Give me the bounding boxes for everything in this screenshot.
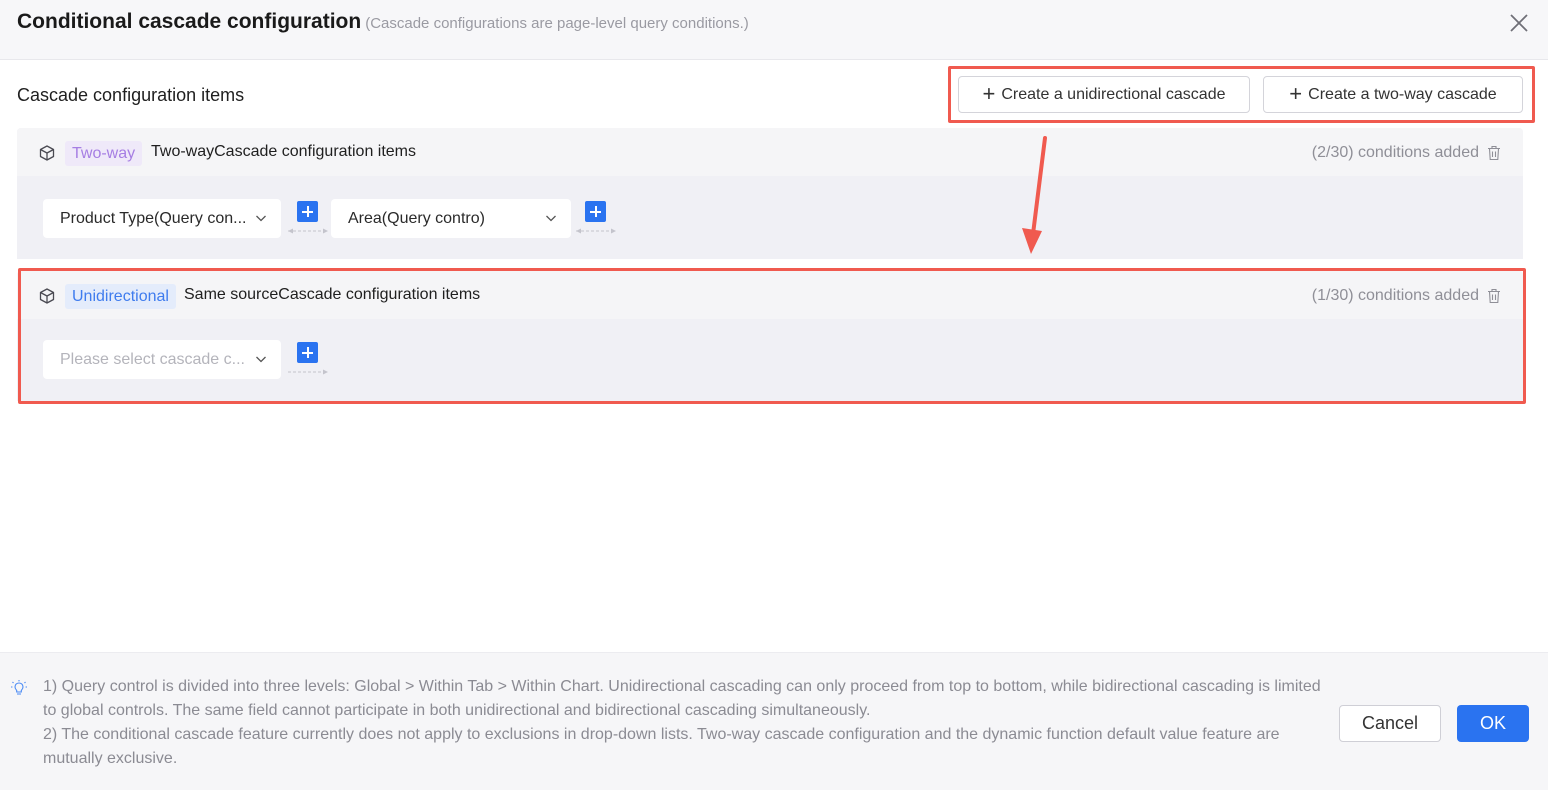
card-header: Unidirectional Same sourceCascade config… [17, 271, 1523, 319]
section-title: Cascade configuration items [17, 85, 245, 105]
card-label: Two-wayCascade configuration items [151, 143, 417, 160]
create-buttons-highlight-box [948, 66, 1535, 123]
select-value: Product Type(Query con... [60, 210, 247, 227]
chevron-down-icon [256, 215, 266, 222]
cancel-button[interactable]: Cancel [1339, 705, 1441, 742]
ok-button[interactable]: OK [1457, 705, 1529, 742]
trash-icon[interactable] [1487, 288, 1501, 304]
conditions-counter: (1/30) conditions added [1311, 287, 1479, 304]
cube-icon [39, 288, 55, 304]
cascade-config-dialog: Conditional cascade configuration (Cascad… [0, 0, 1548, 790]
card-header: Two-way Two-wayCascade configuration ite… [17, 128, 1523, 176]
annotation-arrow-icon [1022, 136, 1047, 254]
select-value: Area(Query contro) [348, 210, 485, 227]
two-way-cascade-card: Two-way Two-wayCascade configuration ite… [17, 128, 1523, 259]
dialog-subtitle: (Cascade configurations are page-level q… [365, 15, 749, 32]
cascade-field-select[interactable]: Product Type(Query con... [43, 199, 281, 238]
footer-note-2: 2) The conditional cascade feature curre… [43, 726, 1280, 767]
dialog-title: Conditional cascade configuration (Cascad… [17, 10, 749, 34]
cascade-field-select[interactable]: Area(Query contro) [331, 199, 571, 238]
bidirectional-link-icon [576, 228, 616, 234]
select-placeholder: Please select cascade c... [60, 351, 245, 368]
add-condition-button[interactable] [297, 342, 318, 363]
unidirectional-cascade-card: Unidirectional Same sourceCascade config… [17, 271, 1523, 401]
add-condition-button[interactable] [297, 201, 318, 222]
card-label: Same sourceCascade configuration items [184, 286, 481, 303]
bidirectional-link-icon [288, 228, 328, 234]
conditions-counter: (2/30) conditions added [1311, 144, 1479, 161]
add-condition-button[interactable] [585, 201, 606, 222]
chevron-down-icon [256, 356, 266, 363]
unidirectional-tag: Unidirectional [65, 284, 176, 309]
cascade-field-select[interactable]: Please select cascade c... [43, 340, 281, 379]
cube-icon [39, 145, 55, 161]
close-icon[interactable] [1506, 10, 1532, 36]
card-body: Product Type(Query con... Area(Query con… [17, 176, 1523, 259]
dialog-title-text: Conditional cascade configuration [17, 10, 362, 33]
lightbulb-icon [11, 680, 27, 695]
trash-icon[interactable] [1487, 145, 1501, 161]
unidirectional-link-icon [288, 369, 328, 375]
chevron-down-icon [546, 215, 556, 222]
two-way-tag: Two-way [65, 141, 143, 166]
dialog-header: Conditional cascade configuration (Cascad… [0, 0, 1548, 60]
dialog-footer: 1) Query control is divided into three l… [0, 652, 1548, 790]
card-body: Please select cascade c... [17, 319, 1523, 401]
footer-note-1: 1) Query control is divided into three l… [43, 678, 1321, 719]
